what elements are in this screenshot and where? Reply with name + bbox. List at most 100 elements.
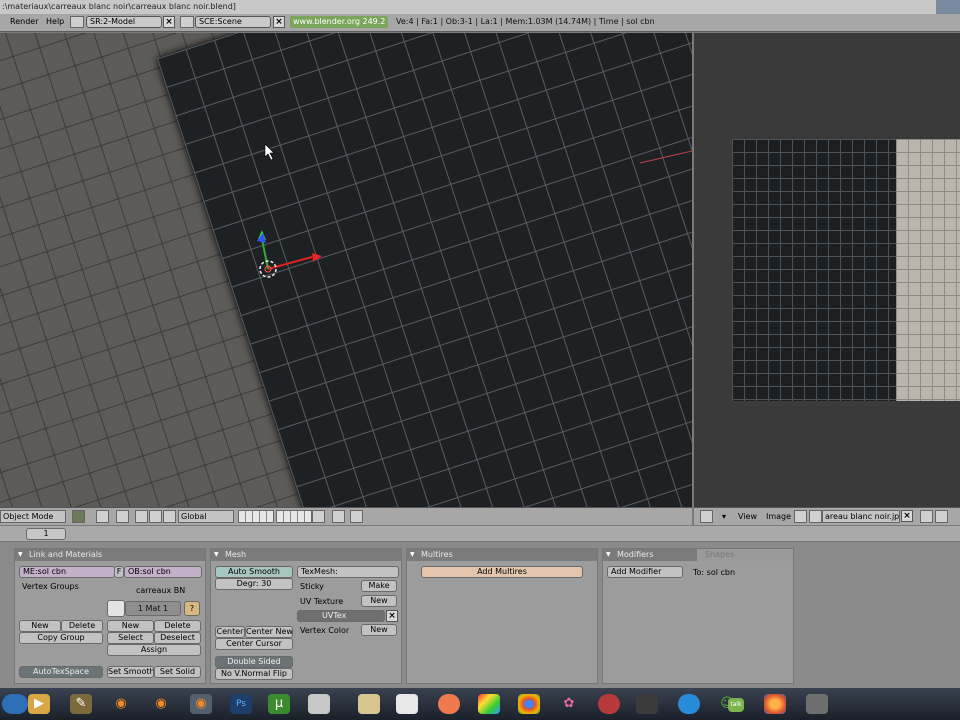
mode-select[interactable]: Object Mode bbox=[0, 510, 66, 523]
window-controls[interactable] bbox=[936, 0, 960, 14]
panel-title[interactable]: Mesh bbox=[211, 549, 401, 561]
layer-buttons-2[interactable] bbox=[276, 510, 312, 523]
menu-view[interactable]: View bbox=[738, 512, 757, 521]
editor-type-icon[interactable] bbox=[700, 510, 713, 523]
paint-icon[interactable] bbox=[396, 694, 418, 714]
pivot-icon[interactable] bbox=[96, 510, 109, 523]
degree-field[interactable]: Degr: 30 bbox=[215, 578, 293, 590]
image-pack-icon[interactable] bbox=[920, 510, 933, 523]
folder-icon[interactable]: ▶ bbox=[28, 694, 50, 714]
close-icon[interactable]: × bbox=[386, 610, 398, 622]
scale-icon[interactable] bbox=[163, 510, 176, 523]
material-index-field[interactable]: 1 Mat 1 bbox=[125, 601, 181, 616]
skype-icon[interactable] bbox=[678, 694, 700, 714]
scene-browse-icon[interactable] bbox=[180, 16, 194, 28]
mesh-name-field[interactable]: ME:sol cbn bbox=[19, 566, 115, 578]
document-icon[interactable] bbox=[358, 694, 380, 714]
frame-field[interactable]: 1 bbox=[26, 528, 66, 540]
material-new-button[interactable]: New bbox=[107, 620, 154, 632]
chrome-icon[interactable] bbox=[518, 694, 540, 714]
link-materials-panel: Link and Materials ME:sol cbn F OB:sol c… bbox=[14, 548, 206, 684]
panel-title[interactable]: Link and Materials bbox=[15, 549, 205, 561]
no-vnormal-flip-button[interactable]: No V.Normal Flip bbox=[215, 668, 293, 680]
object-name-field[interactable]: OB:sol cbn bbox=[124, 566, 202, 578]
uv-image bbox=[732, 139, 960, 401]
close-icon[interactable]: × bbox=[901, 510, 913, 522]
talk-icon[interactable]: talk bbox=[728, 698, 744, 712]
render-preview-icon[interactable] bbox=[332, 510, 345, 523]
transform-gizmo[interactable] bbox=[0, 33, 692, 507]
color-icon[interactable] bbox=[478, 694, 500, 714]
blender-icon[interactable]: ◉ bbox=[190, 694, 212, 714]
close-icon[interactable]: × bbox=[273, 16, 285, 28]
vertex-color-label: Vertex Color bbox=[300, 626, 350, 635]
sticky-make-button[interactable]: Make bbox=[361, 580, 397, 592]
user-icon[interactable] bbox=[806, 694, 828, 714]
screen-browse-icon[interactable] bbox=[70, 16, 84, 28]
orientation-select[interactable]: Global bbox=[178, 510, 234, 523]
scene-field[interactable]: SCE:Scene bbox=[195, 16, 271, 28]
camera-icon[interactable] bbox=[350, 510, 363, 523]
vertex-group-new-button[interactable]: New bbox=[19, 620, 61, 632]
deselect-button[interactable]: Deselect bbox=[154, 632, 201, 644]
menu-help[interactable]: Help bbox=[46, 17, 64, 26]
pin-icon[interactable] bbox=[794, 510, 807, 523]
fake-user-button[interactable]: F bbox=[114, 566, 124, 578]
double-sided-button[interactable]: Double Sided bbox=[215, 656, 293, 668]
set-solid-button[interactable]: Set Solid bbox=[154, 666, 201, 678]
3d-viewport[interactable] bbox=[0, 33, 692, 507]
blender-icon[interactable]: ◉ bbox=[110, 694, 132, 714]
layer-lock-icon[interactable] bbox=[116, 510, 129, 523]
firefox-icon[interactable] bbox=[764, 694, 786, 714]
vertex-color-new-button[interactable]: New bbox=[361, 624, 397, 636]
hand-icon[interactable] bbox=[135, 510, 148, 523]
y-axis-arrow[interactable] bbox=[261, 238, 269, 270]
tool-icon[interactable]: ✎ bbox=[70, 694, 92, 714]
assign-button[interactable]: Assign bbox=[107, 644, 201, 656]
center-new-button[interactable]: Center New bbox=[245, 626, 293, 638]
utorrent-icon[interactable]: µ bbox=[268, 694, 290, 714]
panel-title[interactable]: Multires bbox=[407, 549, 597, 561]
image-editor[interactable] bbox=[694, 33, 960, 507]
center-cursor-button[interactable]: Center Cursor bbox=[215, 638, 293, 650]
x-arrow-head[interactable] bbox=[312, 253, 322, 262]
auto-smooth-button[interactable]: Auto Smooth bbox=[215, 566, 293, 578]
close-icon[interactable]: × bbox=[163, 16, 175, 28]
explorer-icon[interactable] bbox=[308, 694, 330, 714]
layer-buttons-1[interactable] bbox=[238, 510, 274, 523]
start-orb-icon[interactable] bbox=[2, 694, 28, 714]
triangle-icon[interactable]: ▾ bbox=[722, 512, 726, 521]
copy-group-button[interactable]: Copy Group bbox=[19, 632, 103, 644]
shading-icon[interactable] bbox=[72, 510, 85, 523]
tab-modifiers[interactable]: Modifiers bbox=[603, 549, 697, 561]
add-multires-button[interactable]: Add Multires bbox=[421, 566, 583, 578]
texmesh-field[interactable]: TexMesh: bbox=[297, 566, 399, 578]
photoshop-icon[interactable]: Ps bbox=[230, 694, 252, 714]
image-name-field[interactable]: areau blanc noir.jpg bbox=[822, 510, 900, 523]
select-button[interactable]: Select bbox=[107, 632, 154, 644]
lock-icon[interactable] bbox=[312, 510, 325, 523]
media-icon[interactable] bbox=[598, 694, 620, 714]
dictionary-icon[interactable] bbox=[636, 694, 658, 714]
flower-icon[interactable]: ✿ bbox=[558, 694, 580, 714]
material-delete-button[interactable]: Delete bbox=[154, 620, 201, 632]
vertex-group-delete-button[interactable]: Delete bbox=[61, 620, 103, 632]
menu-image[interactable]: Image bbox=[766, 512, 791, 521]
add-modifier-button[interactable]: Add Modifier bbox=[607, 566, 683, 578]
blender-version[interactable]: www.blender.org 249.2 bbox=[290, 16, 389, 28]
x-axis-arrow[interactable] bbox=[267, 256, 313, 270]
uv-texture-new-button[interactable]: New bbox=[361, 595, 397, 607]
tab-shapes[interactable]: Shapes bbox=[697, 549, 793, 561]
image-lock-icon[interactable] bbox=[935, 510, 948, 523]
screen-field[interactable]: SR:2-Model bbox=[86, 16, 162, 28]
rotate-icon[interactable] bbox=[149, 510, 162, 523]
menu-render[interactable]: Render bbox=[10, 17, 38, 26]
autotexspace-button[interactable]: AutoTexSpace bbox=[19, 666, 103, 678]
help-button[interactable]: ? bbox=[184, 601, 200, 616]
uvtex-layer-field[interactable]: UVTex bbox=[297, 610, 385, 622]
center-button[interactable]: Center bbox=[215, 626, 245, 638]
blender-icon[interactable]: ◉ bbox=[150, 694, 172, 714]
image-browse-icon[interactable] bbox=[809, 510, 822, 523]
set-smooth-button[interactable]: Set Smooth bbox=[107, 666, 154, 678]
contact-icon[interactable] bbox=[438, 694, 460, 714]
